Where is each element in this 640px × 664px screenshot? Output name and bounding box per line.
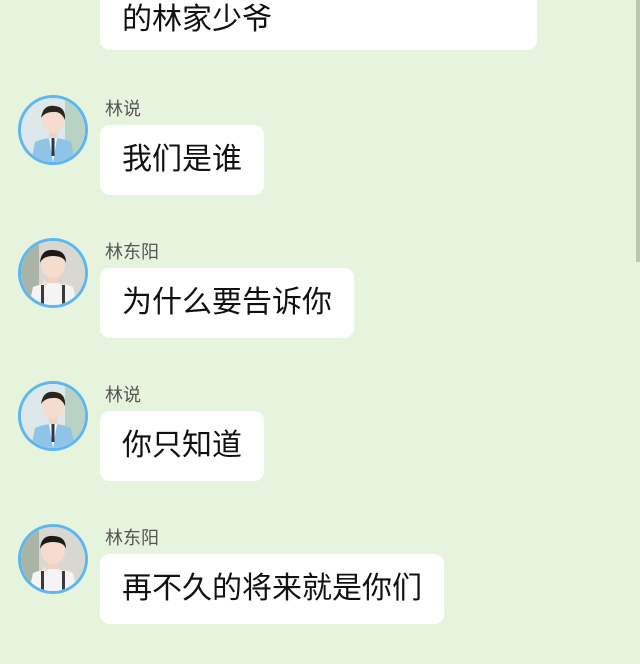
boy-in-white-shirt-icon	[21, 241, 85, 305]
avatar-lindongyang[interactable]	[18, 238, 88, 308]
message-row: 林东阳 再不久的将来就是你们	[0, 524, 640, 664]
sender-name: 林说	[105, 385, 141, 406]
message-row: 林说 我们是谁	[0, 95, 640, 235]
boy-in-blue-cardigan-icon	[21, 384, 85, 448]
message-bubble-partial[interactable]: 的林家少爷	[100, 0, 537, 50]
message-bubble[interactable]: 你只知道	[100, 411, 264, 481]
message-bubble[interactable]: 我们是谁	[100, 125, 264, 195]
chat-thread[interactable]: 的林家少爷 林说 我们是谁 林东阳 为什么要告诉你 林说 你只知道 林东阳 再不…	[0, 0, 640, 640]
avatar-linshuo[interactable]	[18, 95, 88, 165]
scrollbar-thumb[interactable]	[636, 0, 640, 262]
avatar-lindongyang[interactable]	[18, 524, 88, 594]
sender-name: 林东阳	[105, 528, 159, 549]
sender-name: 林东阳	[105, 242, 159, 263]
message-row: 林说 你只知道	[0, 381, 640, 521]
boy-in-white-shirt-icon	[21, 527, 85, 591]
sender-name: 林说	[105, 99, 141, 120]
message-bubble[interactable]: 为什么要告诉你	[100, 268, 354, 338]
message-row: 林东阳 为什么要告诉你	[0, 238, 640, 378]
boy-in-blue-cardigan-icon	[21, 98, 85, 162]
message-bubble[interactable]: 再不久的将来就是你们	[100, 554, 444, 624]
avatar-linshuo[interactable]	[18, 381, 88, 451]
